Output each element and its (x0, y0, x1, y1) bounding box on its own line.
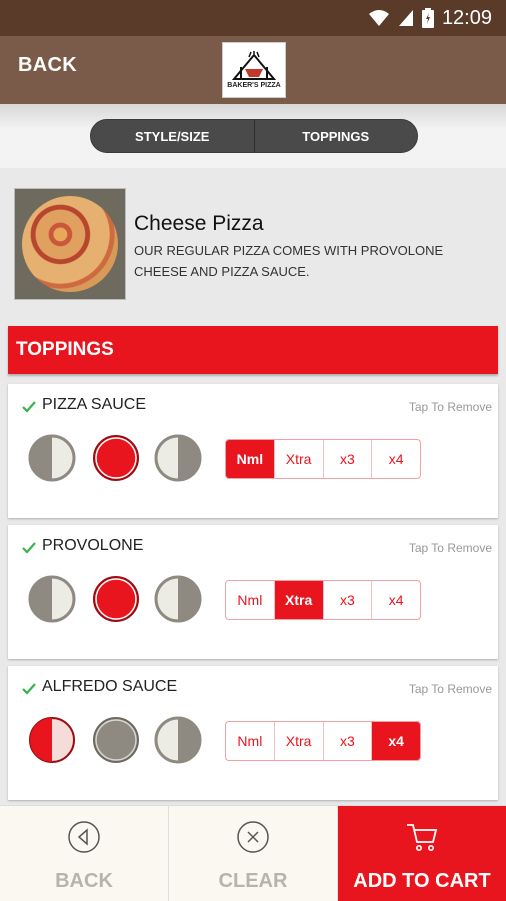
amount-option-nml[interactable]: Nml (226, 440, 274, 478)
add-to-cart-label: ADD TO CART (353, 870, 491, 892)
amount-option-xtra[interactable]: Xtra (273, 581, 323, 619)
amount-option-x4[interactable]: x4 (371, 722, 420, 760)
topping-name: ALFREDO SAUCE (42, 678, 178, 695)
checkmark-icon (22, 683, 36, 695)
status-time: 12:09 (441, 6, 492, 29)
tab-style-size[interactable]: STYLE/SIZE (91, 120, 254, 152)
amount-option-x3[interactable]: x3 (322, 440, 372, 478)
logo-text: BAKER'S PIZZA (227, 82, 281, 89)
amount-option-xtra[interactable]: Xtra (273, 722, 323, 760)
header-back-button[interactable]: BACK (18, 54, 77, 77)
topping-name: PIZZA SAUCE (42, 396, 147, 413)
tab-bar: STYLE/SIZE TOPPINGS (0, 104, 506, 168)
pizza-building-icon (231, 51, 277, 80)
left-half-portion-icon[interactable] (28, 575, 76, 623)
checkmark-icon (22, 542, 36, 554)
product-image (14, 188, 126, 300)
status-bar: 12:09 (0, 0, 506, 36)
signal-icon (398, 9, 414, 27)
whole-portion-icon[interactable] (92, 434, 140, 482)
tab-toppings[interactable]: TOPPINGS (253, 120, 418, 152)
amount-selector: Nml Xtra x3 x4 (225, 439, 421, 479)
back-button[interactable]: BACK (0, 806, 168, 901)
product-title: Cheese Pizza (134, 212, 264, 235)
whole-portion-icon[interactable] (92, 575, 140, 623)
product-description: OUR REGULAR PIZZA COMES WITH PROVOLONE C… (134, 243, 444, 279)
whole-portion-icon[interactable] (92, 716, 140, 764)
topping-card-alfredo-sauce: ALFREDO SAUCE Tap To Remove Nml Xtra x3 … (8, 666, 498, 800)
topping-card-provolone: PROVOLONE Tap To Remove Nml Xtra x3 x4 (8, 525, 498, 659)
clear-button-label: CLEAR (218, 870, 288, 892)
tap-to-remove-link[interactable]: Tap To Remove (409, 541, 492, 555)
amount-option-x3[interactable]: x3 (322, 581, 372, 619)
back-button-label: BACK (55, 870, 113, 892)
topping-name: PROVOLONE (42, 537, 144, 554)
amount-selector: Nml Xtra x3 x4 (225, 580, 421, 620)
clear-x-circle-icon (237, 821, 269, 853)
shopping-cart-icon (407, 824, 438, 851)
amount-option-x4[interactable]: x4 (371, 440, 420, 478)
clear-button[interactable]: CLEAR (168, 806, 337, 901)
right-half-portion-icon[interactable] (154, 575, 202, 623)
app-bar: BACK BAKER'S PIZZA (0, 36, 506, 104)
left-half-portion-icon[interactable] (28, 434, 76, 482)
amount-selector: Nml Xtra x3 x4 (225, 721, 421, 761)
bottom-action-bar: BACK CLEAR ADD TO CART (0, 805, 506, 901)
bakers-pizza-logo: BAKER'S PIZZA (222, 42, 286, 98)
wifi-icon (368, 9, 390, 27)
segmented-control: STYLE/SIZE TOPPINGS (90, 119, 418, 153)
add-to-cart-button[interactable]: ADD TO CART (337, 806, 506, 901)
tap-to-remove-link[interactable]: Tap To Remove (409, 682, 492, 696)
back-arrow-circle-icon (68, 821, 100, 853)
pizza-photo (22, 196, 118, 292)
right-half-portion-icon[interactable] (154, 716, 202, 764)
amount-option-x4[interactable]: x4 (371, 581, 420, 619)
toppings-section-header: TOPPINGS (8, 326, 498, 374)
checkmark-icon (22, 401, 36, 413)
battery-icon (421, 8, 434, 28)
amount-option-xtra[interactable]: Xtra (273, 440, 323, 478)
amount-option-x3[interactable]: x3 (322, 722, 372, 760)
amount-option-nml[interactable]: Nml (226, 722, 274, 760)
amount-option-nml[interactable]: Nml (226, 581, 274, 619)
right-half-portion-icon[interactable] (154, 434, 202, 482)
topping-card-pizza-sauce: PIZZA SAUCE Tap To Remove Nml Xtra x3 x4 (8, 384, 498, 518)
left-half-portion-icon[interactable] (28, 716, 76, 764)
tap-to-remove-link[interactable]: Tap To Remove (409, 400, 492, 414)
